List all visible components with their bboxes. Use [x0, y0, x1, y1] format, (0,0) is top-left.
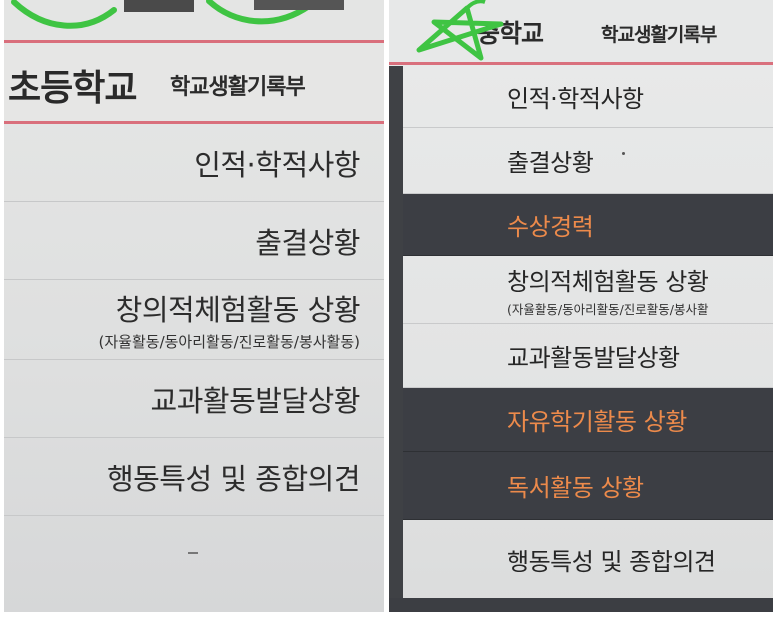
- menu-row-label: 인적·학적사항: [194, 147, 360, 182]
- menu-row-personal-info[interactable]: 인적·학적사항: [4, 124, 384, 202]
- menu-row-subject-development[interactable]: 교과활동발달상황: [4, 360, 384, 438]
- menu-row-label: 수상경력: [507, 213, 594, 241]
- menu-row-label: 출결상황: [507, 149, 594, 177]
- menu-row-sublabel: (자율활동/동아리활동/진로활동/봉사활: [507, 301, 709, 317]
- cropped-top-strip: [4, 0, 384, 40]
- menu-row-label: 행동특성 및 종합의견: [106, 461, 361, 496]
- menu-row-subject-development[interactable]: 교과활동발달상황: [403, 324, 773, 388]
- menu-row-attendance[interactable]: 출결상황: [403, 128, 773, 194]
- speck-mark: [622, 152, 625, 155]
- menu-row-label: 창의적체험활동 상황: [507, 267, 709, 296]
- record-title-bar: 중학교 학교생활기록부: [389, 0, 773, 64]
- menu-row-label: 자유학기활동 상황: [507, 408, 687, 436]
- bottom-dark-edge: [389, 598, 773, 612]
- menu-row-label: 행동특성 및 종합의견: [507, 547, 716, 576]
- school-level-title: 초등학교: [8, 68, 137, 109]
- left-dark-edge: [389, 66, 403, 606]
- menu-row-attendance[interactable]: 출결상황: [4, 202, 384, 280]
- menu-row-awards[interactable]: 수상경력: [403, 194, 773, 256]
- middle-school-record-panel: 중학교 학교생활기록부 인적·학적사항 출결상황 수상경력 창의적체험활동 상황…: [389, 0, 773, 612]
- menu-row-reading[interactable]: 독서활동 상황: [403, 452, 773, 520]
- menu-row-sublabel: (자율활동/동아리활동/진로활동/봉사활동): [98, 333, 360, 351]
- green-star-scribble: [416, 0, 504, 61]
- menu-row-behavior-opinion[interactable]: 행동특성 및 종합의견: [4, 438, 384, 516]
- menu-row-empty: [4, 516, 384, 612]
- header-red-line: [4, 40, 384, 43]
- menu-row-label: 창의적체험활동 상황: [115, 293, 361, 327]
- menu-row-creative-activities[interactable]: 창의적체험활동 상황 (자율활동/동아리활동/진로활동/봉사활: [403, 256, 773, 324]
- header-red-line: [389, 62, 773, 65]
- menu-row-label: 교과활동발달상황: [507, 344, 680, 372]
- green-scribble-marks: [11, 0, 344, 29]
- menu-row-label: 교과활동발달상황: [150, 383, 361, 418]
- menu-row-label: 인적·학적사항: [507, 85, 644, 113]
- record-title-bar: 초등학교 학교생활기록부: [4, 45, 384, 121]
- menu-row-free-semester[interactable]: 자유학기활동 상황: [403, 388, 773, 452]
- menu-row-personal-info[interactable]: 인적·학적사항: [403, 66, 773, 128]
- menu-row-creative-activities[interactable]: 창의적체험활동 상황 (자율활동/동아리활동/진로활동/봉사활동): [4, 280, 384, 360]
- elementary-record-panel: 초등학교 학교생활기록부 인적·학적사항 출결상황 창의적체험활동 상황 (자율…: [4, 0, 384, 612]
- menu-row-behavior-opinion[interactable]: 행동특성 및 종합의견: [403, 520, 773, 598]
- menu-row-label: 출결상황: [255, 225, 360, 260]
- record-book-title: 학교생활기록부: [170, 75, 306, 100]
- dash-mark: [188, 552, 198, 554]
- menu-row-label: 독서활동 상황: [507, 474, 644, 502]
